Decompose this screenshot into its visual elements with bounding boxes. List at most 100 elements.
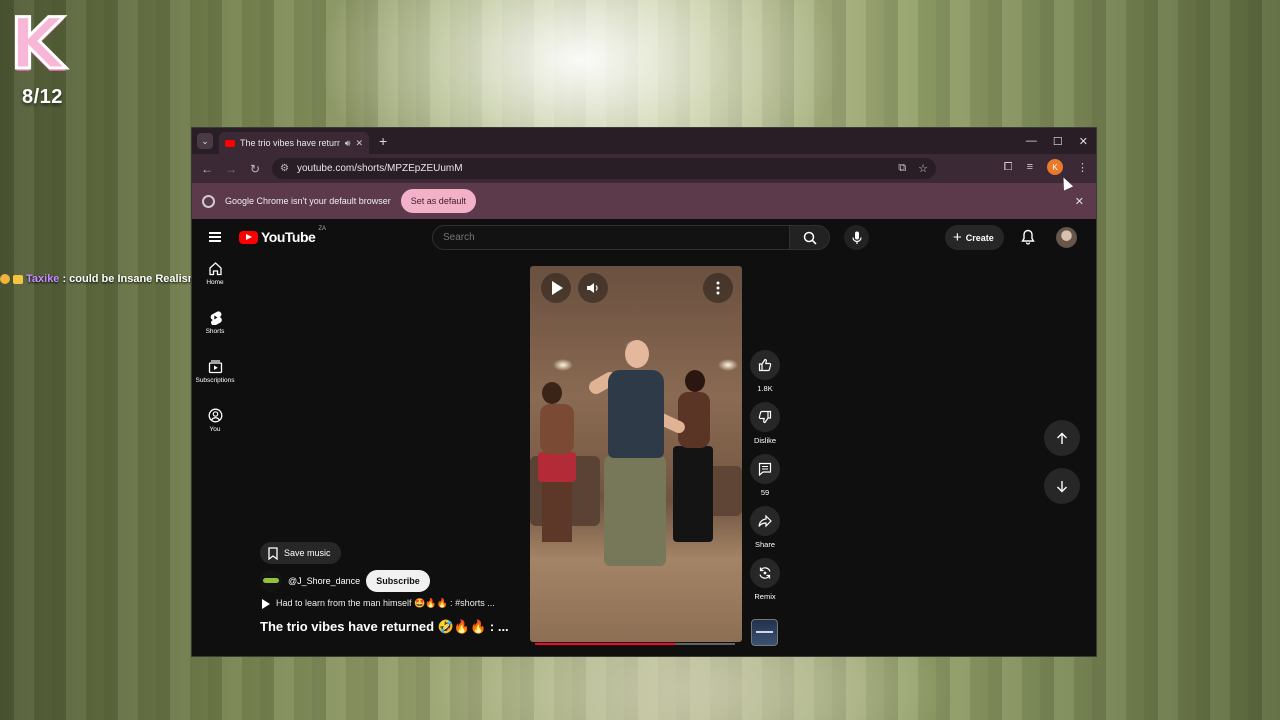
share-icon <box>758 514 772 528</box>
guide-label: You <box>209 426 221 433</box>
video-scene-dancer <box>625 340 649 368</box>
youtube-page: YouTube ZA + Create Home <box>192 219 1096 656</box>
thumbs-up-icon <box>758 358 772 372</box>
toolbar: ← → ↻ ⚙︎ youtube.com/shorts/MPZEpZEUumM … <box>192 154 1096 183</box>
media-controls-icon[interactable]: ≡ <box>1027 161 1033 173</box>
browser-window: ⌄ The trio vibes have returned 🔊︎ ✕ + — … <box>191 127 1097 657</box>
share-button[interactable]: Share <box>748 506 782 549</box>
maximize-icon[interactable]: ☐ <box>1053 135 1063 148</box>
browser-menu-icon[interactable]: ⋮ <box>1077 161 1088 174</box>
youtube-logo[interactable]: YouTube ZA <box>239 226 326 245</box>
chrome-icon <box>202 194 215 208</box>
voice-search-button[interactable] <box>844 225 869 250</box>
like-button[interactable]: 1.8K <box>748 350 782 393</box>
guide-item-subscriptions[interactable]: Subscriptions <box>192 359 238 384</box>
back-icon[interactable]: ← <box>200 162 214 176</box>
guide-menu-icon[interactable] <box>209 232 221 242</box>
save-music-button[interactable]: Save music <box>260 542 341 564</box>
plus-icon: + <box>953 229 962 246</box>
reload-icon[interactable]: ↻ <box>248 162 262 176</box>
minimize-icon[interactable]: — <box>1026 135 1037 147</box>
shorts-icon <box>210 311 222 325</box>
arrow-down-icon <box>1057 480 1067 492</box>
tab-audio-icon[interactable]: 🔊︎ <box>345 138 351 149</box>
youtube-favicon-icon <box>225 139 235 147</box>
like-count: 1.8K <box>757 384 773 393</box>
next-short-button[interactable] <box>1044 468 1080 504</box>
close-window-icon[interactable]: ✕ <box>1079 135 1088 148</box>
tab-search-button[interactable]: ⌄ <box>197 133 213 149</box>
account-avatar[interactable] <box>1056 227 1077 248</box>
tab-title: The trio vibes have returned <box>240 138 340 148</box>
subscribe-button[interactable]: Subscribe <box>366 570 430 592</box>
microphone-icon <box>851 231 862 244</box>
you-icon <box>208 408 222 423</box>
set-default-button[interactable]: Set as default <box>400 189 476 213</box>
masthead: YouTube ZA + Create <box>192 219 1096 257</box>
comment-count: 59 <box>760 488 770 497</box>
save-music-label: Save music <box>284 548 331 558</box>
url-text: youtube.com/shorts/MPZEpZEUumM <box>296 163 463 174</box>
youtube-play-icon <box>239 230 258 244</box>
stream-badge: K <box>8 7 80 88</box>
channel-avatar[interactable] <box>260 570 282 592</box>
video-scene-dancer <box>542 382 562 404</box>
bookmark-icon <box>268 546 278 560</box>
remix-label: Remix <box>754 592 776 601</box>
audio-source-thumbnail[interactable] <box>751 619 778 646</box>
install-app-icon[interactable]: ⧉ <box>898 162 906 175</box>
video-progress-bar[interactable] <box>535 643 735 645</box>
extensions-icon[interactable]: ⧠ <box>1004 161 1013 174</box>
bookmark-star-icon[interactable]: ☆ <box>918 162 928 175</box>
site-info-icon[interactable]: ⚙︎ <box>280 163 289 174</box>
previous-short-button[interactable] <box>1044 420 1080 456</box>
thumbs-down-icon <box>758 410 772 424</box>
notifications-button[interactable] <box>1021 229 1035 250</box>
search-button[interactable] <box>790 225 830 250</box>
video-scene-dancer <box>604 456 666 566</box>
volume-icon <box>587 283 598 293</box>
video-scene-dancer <box>673 446 713 542</box>
home-icon <box>208 262 222 276</box>
more-vert-icon <box>716 281 720 295</box>
dislike-label: Dislike <box>753 436 777 445</box>
guide-item-home[interactable]: Home <box>192 261 238 286</box>
guide-item-you[interactable]: You <box>192 408 238 433</box>
dislike-button[interactable]: Dislike <box>748 402 782 445</box>
address-bar[interactable]: ⚙︎ youtube.com/shorts/MPZEpZEUumM ⧉ ☆ <box>272 158 936 179</box>
create-button[interactable]: + Create <box>945 225 1004 250</box>
comment-icon <box>758 462 772 476</box>
play-icon <box>262 598 270 609</box>
short-video-player[interactable] <box>530 266 742 642</box>
video-progress-fill <box>535 643 675 645</box>
more-options-button[interactable] <box>703 273 733 303</box>
active-tab[interactable]: The trio vibes have returned 🔊︎ ✕ <box>219 132 369 154</box>
infobar-close-icon[interactable]: ✕ <box>1075 195 1084 208</box>
play-button[interactable] <box>541 273 571 303</box>
default-browser-infobar: Google Chrome isn't your default browser… <box>192 183 1096 219</box>
stream-counter: 8/12 <box>22 86 63 108</box>
volume-button[interactable] <box>578 273 608 303</box>
forward-icon[interactable]: → <box>224 162 238 176</box>
remix-button[interactable]: Remix <box>748 558 782 601</box>
create-label: Create <box>965 232 994 243</box>
subscriptions-icon <box>208 360 222 374</box>
new-tab-button[interactable]: + <box>379 133 387 149</box>
profile-avatar[interactable]: K <box>1047 159 1063 175</box>
tab-close-icon[interactable]: ✕ <box>355 138 363 149</box>
video-scene-dancer <box>608 370 664 458</box>
short-music-row[interactable]: Had to learn from the man himself 🤩🔥🔥 : … <box>262 598 495 609</box>
comments-button[interactable]: 59 <box>748 454 782 497</box>
video-scene-dancer <box>685 370 705 392</box>
country-code: ZA <box>318 226 326 232</box>
short-title[interactable]: The trio vibes have returned 🤣🔥🔥 : ... <box>260 619 509 635</box>
search-input[interactable] <box>432 225 790 250</box>
guide-label: Home <box>206 279 224 286</box>
share-label: Share <box>754 540 775 549</box>
window-controls: — ☐ ✕ <box>1026 128 1088 154</box>
guide-label: Shorts <box>205 328 225 335</box>
guide-item-shorts[interactable]: Shorts <box>192 310 238 335</box>
chat-user: Taxike <box>26 273 60 285</box>
bell-icon <box>1021 229 1035 245</box>
channel-name[interactable]: @J_Shore_dance <box>288 576 360 586</box>
